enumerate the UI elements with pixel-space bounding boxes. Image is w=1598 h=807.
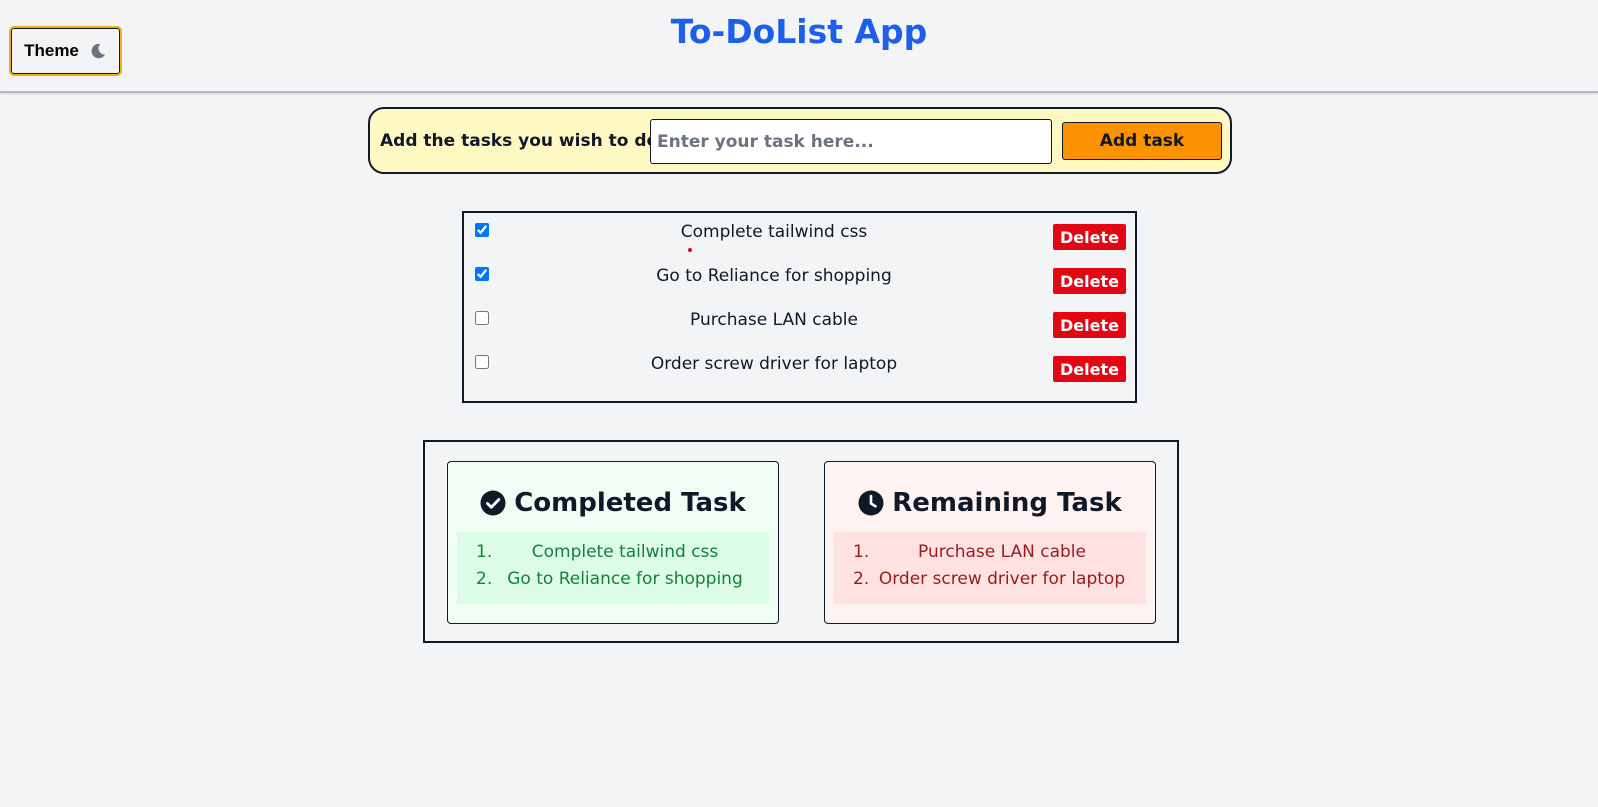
delete-task-button[interactable]: Delete [1053, 312, 1126, 338]
task-text: Complete tailwind css [680, 222, 868, 242]
list-item-number: 2. [476, 569, 493, 589]
list-item: 2. Go to Reliance for shopping [457, 569, 769, 596]
clock-icon [858, 490, 884, 516]
completed-task-title: Completed Task [514, 488, 746, 518]
task-row: Purchase LAN cable Delete [464, 304, 1135, 344]
task-input[interactable] [650, 119, 1052, 164]
task-text: Order screw driver for laptop [650, 354, 898, 374]
list-item-text: Go to Reliance for shopping [507, 569, 743, 589]
remaining-task-heading: Remaining Task [825, 488, 1155, 518]
delete-task-button[interactable]: Delete [1053, 268, 1126, 294]
list-item-text: Purchase LAN cable [918, 542, 1086, 562]
list-item-number: 1. [853, 542, 870, 562]
task-checkbox[interactable] [475, 267, 489, 281]
cursor-marker [688, 248, 692, 252]
page-title: To-DoList App [670, 12, 928, 51]
completed-task-list: 1. Complete tailwind css 2. Go to Relian… [457, 532, 769, 604]
list-item: 1. Complete tailwind css [457, 542, 769, 569]
task-row: Go to Reliance for shopping Delete [464, 260, 1135, 300]
task-row: Order screw driver for laptop Delete [464, 348, 1135, 388]
list-item-text: Order screw driver for laptop [878, 569, 1126, 589]
task-text: Purchase LAN cable [690, 310, 858, 330]
list-item: 1. Purchase LAN cable [834, 542, 1146, 569]
completed-task-card: Completed Task 1. Complete tailwind css … [447, 461, 779, 624]
list-item: 2. Order screw driver for laptop [834, 569, 1146, 596]
add-task-bar: Add the tasks you wish to do : Add task [368, 107, 1232, 174]
task-text: Go to Reliance for shopping [656, 266, 892, 286]
add-task-button[interactable]: Add task [1062, 122, 1222, 160]
list-item-number: 2. [853, 569, 870, 589]
task-row: Complete tailwind css Delete [464, 216, 1135, 256]
task-checkbox[interactable] [475, 355, 489, 369]
list-item-number: 1. [476, 542, 493, 562]
task-summary: Completed Task 1. Complete tailwind css … [423, 440, 1179, 643]
add-task-label: Add the tasks you wish to do : [380, 131, 671, 151]
remaining-task-list: 1. Purchase LAN cable 2. Order screw dri… [834, 532, 1146, 604]
completed-task-heading: Completed Task [448, 488, 778, 518]
task-list: Complete tailwind css Delete Go to Relia… [462, 211, 1137, 403]
delete-task-button[interactable]: Delete [1053, 224, 1126, 250]
remaining-task-card: Remaining Task 1. Purchase LAN cable 2. … [824, 461, 1156, 624]
remaining-task-title: Remaining Task [892, 488, 1122, 518]
list-item-text: Complete tailwind css [531, 542, 719, 562]
task-checkbox[interactable] [475, 223, 489, 237]
delete-task-button[interactable]: Delete [1053, 356, 1126, 382]
task-checkbox[interactable] [475, 311, 489, 325]
app-header: Theme To-DoList App [0, 0, 1598, 93]
check-circle-icon [480, 490, 506, 516]
